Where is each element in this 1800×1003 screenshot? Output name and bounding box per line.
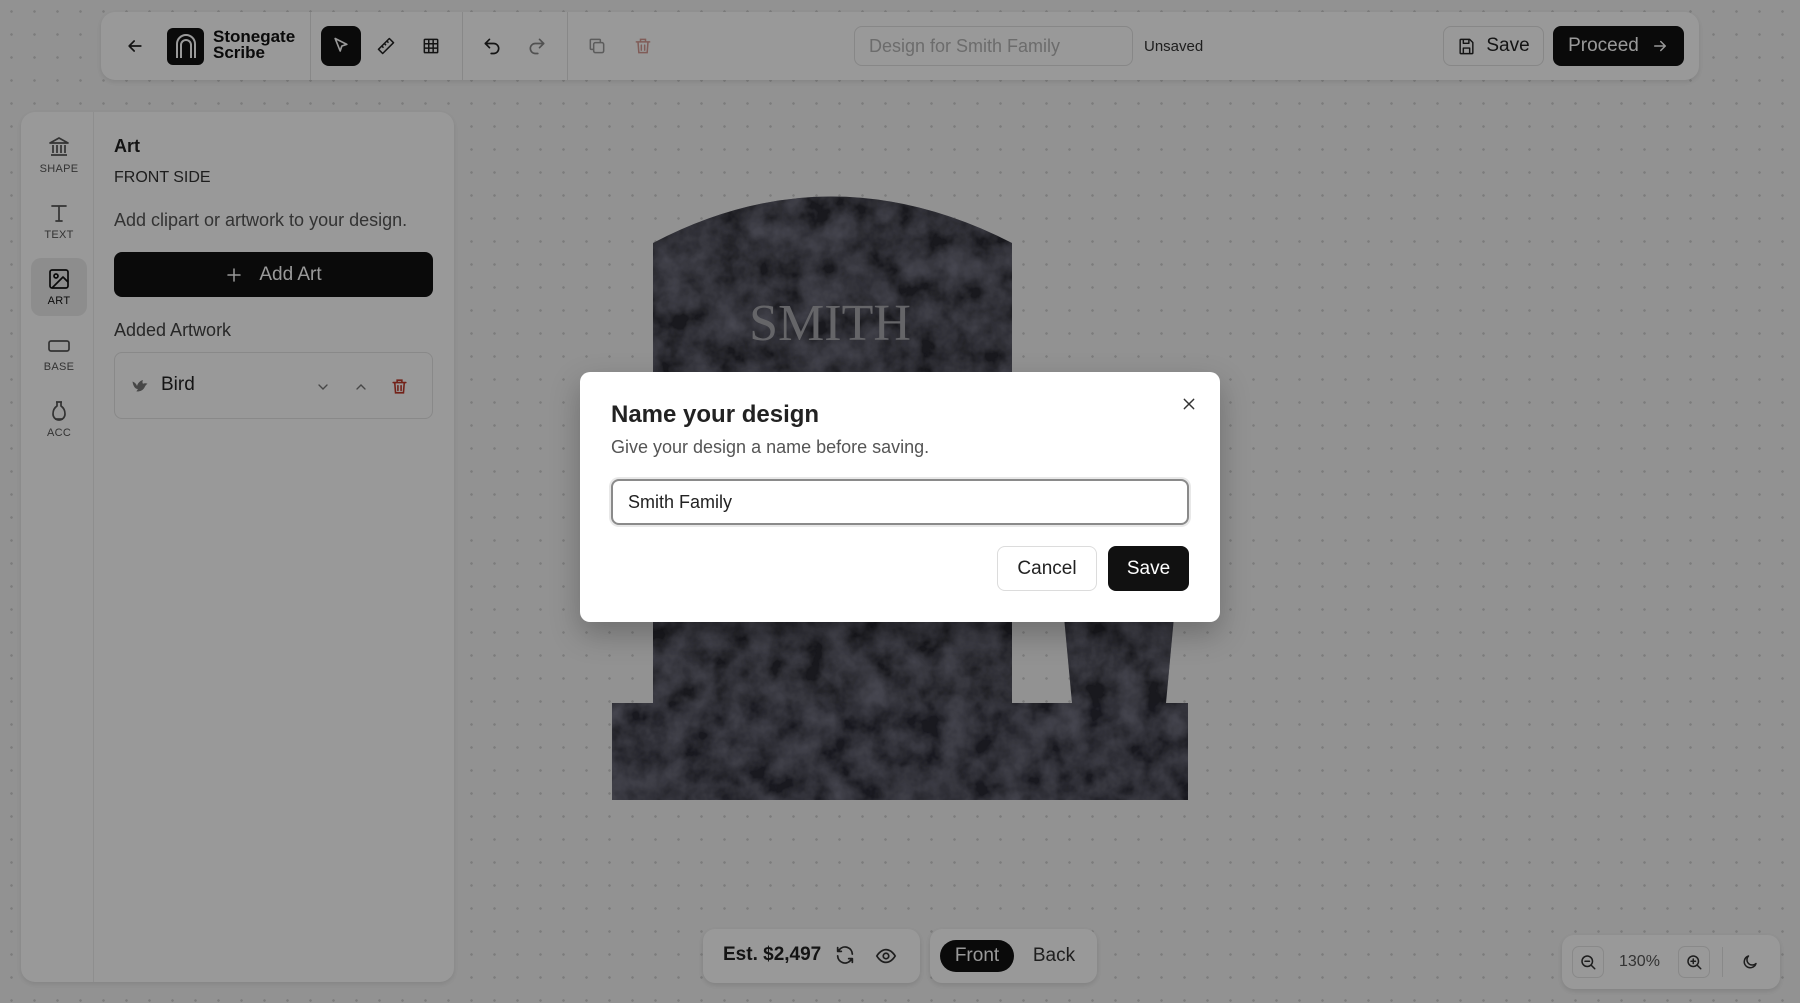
dialog-description: Give your design a name before saving. bbox=[611, 437, 930, 457]
design-name-input[interactable] bbox=[611, 479, 1189, 525]
close-icon bbox=[1183, 398, 1195, 410]
name-design-dialog: Name your design Give your design a name… bbox=[580, 372, 1220, 622]
close-button[interactable] bbox=[1177, 392, 1201, 416]
dialog-title: Name your design bbox=[611, 401, 820, 428]
dialog-save-button[interactable]: Save bbox=[1108, 546, 1189, 591]
cancel-button[interactable]: Cancel bbox=[997, 546, 1097, 591]
